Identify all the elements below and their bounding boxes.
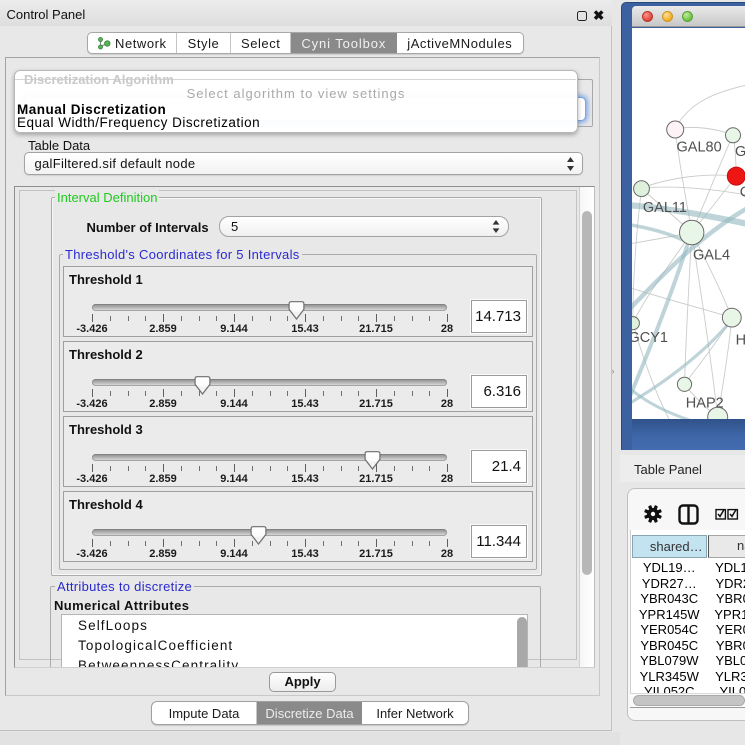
svg-text:GA: GA bbox=[735, 144, 745, 160]
svg-text:HAP2: HAP2 bbox=[686, 396, 724, 412]
svg-text:GAL80: GAL80 bbox=[677, 140, 722, 156]
svg-text:HA: HA bbox=[736, 333, 745, 349]
svg-text:CY: CY bbox=[740, 185, 745, 201]
svg-text:GAL11: GAL11 bbox=[643, 200, 687, 216]
svg-text:GAL4: GAL4 bbox=[693, 248, 730, 264]
svg-text:GCY1: GCY1 bbox=[632, 330, 668, 346]
